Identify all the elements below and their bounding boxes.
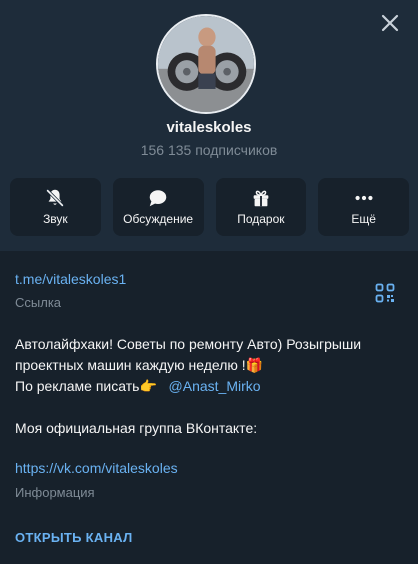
vk-link[interactable]: https://vk.com/vitaleskoles: [15, 460, 178, 476]
bell-muted-icon: [46, 189, 65, 207]
discussion-label: Обсуждение: [123, 212, 194, 226]
description-line-2: проектных машин каждую неделю !🎁: [15, 357, 264, 373]
gift-icon: [253, 190, 269, 207]
avatar-image: [158, 16, 254, 112]
description-line-4: Моя официальная группа ВКонтакте:: [15, 420, 258, 436]
gift-label: Подарок: [237, 212, 285, 226]
channel-header: vitaleskoles 156 135 подписчиков Звук Об…: [0, 0, 418, 251]
qr-code-icon[interactable]: [375, 283, 395, 303]
channel-link[interactable]: t.me/vitaleskoles1: [15, 271, 405, 287]
close-icon[interactable]: [380, 13, 400, 33]
description-line-1: Автолайфхаки! Советы по ремонту Авто) Ро…: [15, 336, 362, 352]
action-bar: Звук Обсуждение Подарок Ещё: [10, 178, 409, 236]
more-button[interactable]: Ещё: [318, 178, 409, 236]
open-channel-button[interactable]: ОТКРЫТЬ КАНАЛ: [15, 530, 133, 545]
link-caption: Ссылка: [15, 295, 62, 310]
mention-link[interactable]: @Anast_Mirko: [169, 378, 261, 394]
mute-button[interactable]: Звук: [10, 178, 101, 236]
gift-emoji: 🎁: [245, 357, 264, 373]
mute-label: Звук: [43, 212, 68, 226]
subscriber-count: 156 135 подписчиков: [140, 142, 278, 158]
discussion-button[interactable]: Обсуждение: [112, 178, 204, 236]
info-caption: Информация: [15, 485, 95, 500]
channel-description: Автолайфхаки! Советы по ремонту Авто) Ро…: [15, 334, 405, 439]
link-section: t.me/vitaleskoles1 Ссылка: [15, 271, 405, 310]
chat-bubble-icon: [149, 190, 167, 207]
more-dots-icon: [355, 195, 373, 201]
more-label: Ещё: [351, 212, 376, 226]
description-line-3: По рекламе писать👉 @Anast_Mirko: [15, 378, 261, 394]
pointing-hand-emoji: 👉: [139, 378, 157, 394]
gift-button[interactable]: Подарок: [215, 178, 307, 236]
channel-avatar[interactable]: [156, 14, 256, 114]
channel-name: vitaleskoles: [166, 119, 252, 136]
